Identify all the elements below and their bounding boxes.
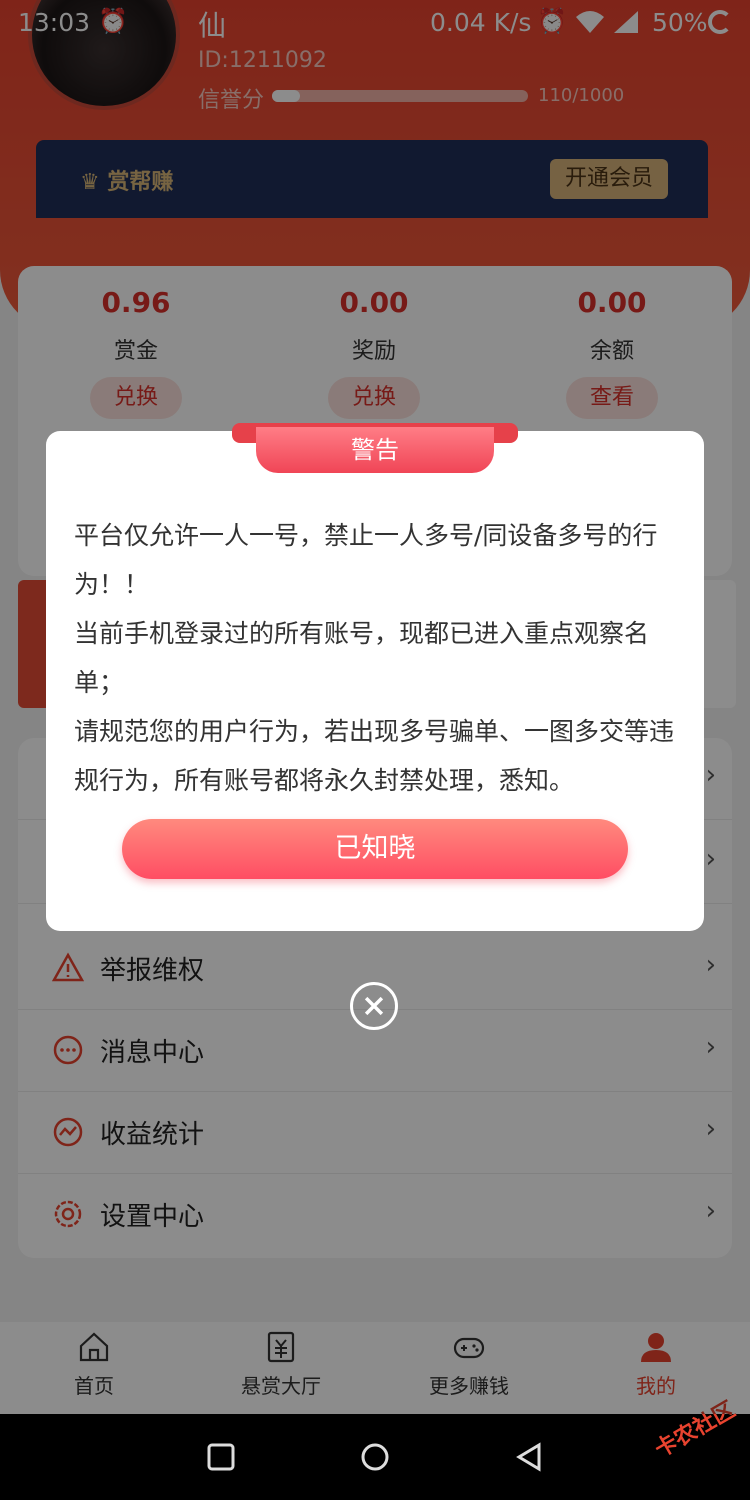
dialog-line: 当前手机登录过的所有账号，现都已进入重点观察名单； bbox=[74, 619, 650, 697]
dialog-message: 平台仅允许一人一号，禁止一人多号/同设备多号的行为！！ 当前手机登录过的所有账号… bbox=[74, 511, 682, 805]
recents-icon[interactable] bbox=[206, 1442, 236, 1472]
warning-dialog: 警告 平台仅允许一人一号，禁止一人多号/同设备多号的行为！！ 当前手机登录过的所… bbox=[46, 423, 704, 931]
system-nav-bar bbox=[0, 1414, 750, 1500]
acknowledge-button[interactable]: 已知晓 bbox=[122, 819, 628, 879]
home-nav-icon[interactable] bbox=[360, 1442, 390, 1472]
dialog-line: 请规范您的用户行为，若出现多号骗单、一图多交等违规行为，所有账号都将永久封禁处理… bbox=[74, 717, 675, 795]
dialog-title: 警告 bbox=[256, 427, 494, 473]
back-icon[interactable] bbox=[514, 1442, 544, 1472]
dialog-line: 平台仅允许一人一号，禁止一人多号/同设备多号的行为！！ bbox=[74, 521, 658, 599]
close-icon[interactable] bbox=[350, 982, 398, 1030]
